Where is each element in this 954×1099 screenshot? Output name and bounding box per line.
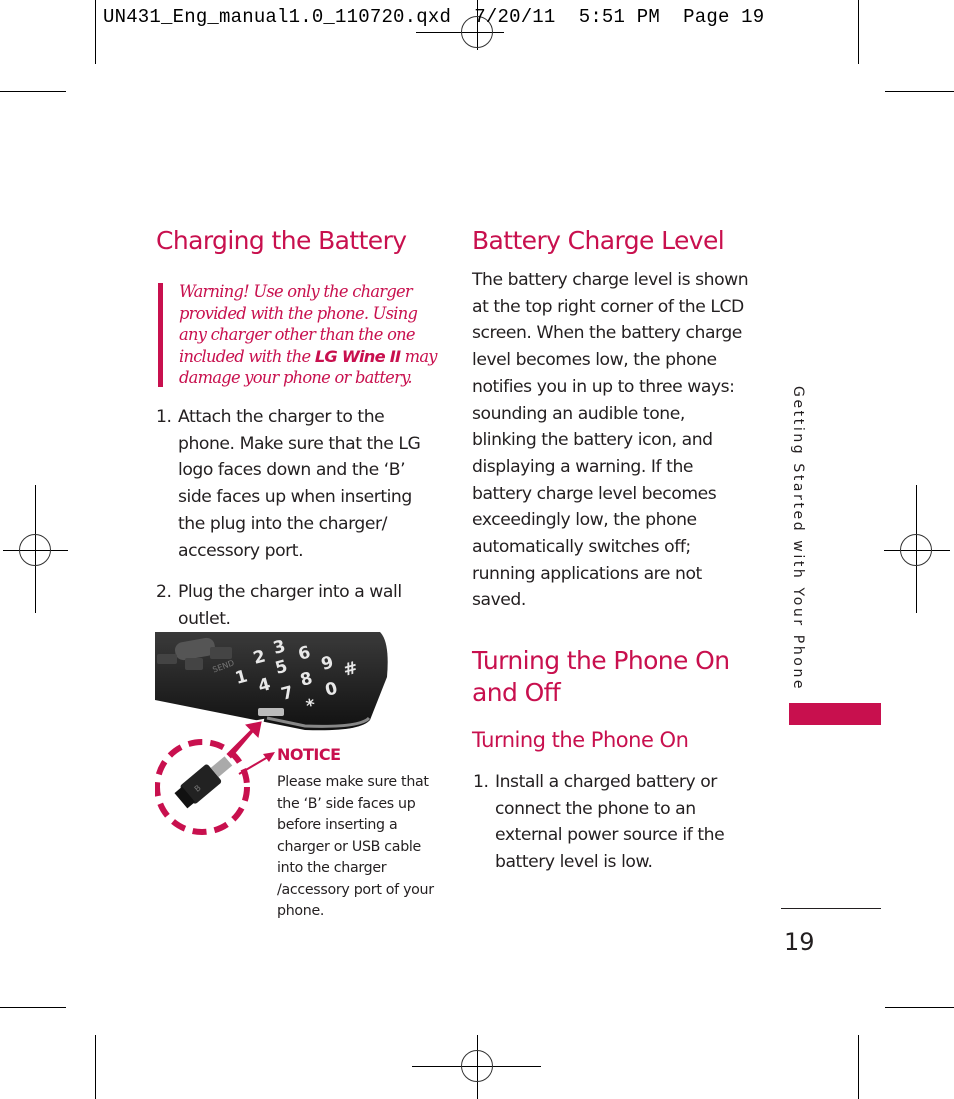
notice-text: Please make sure that the ‘B’ side faces…	[277, 774, 434, 919]
phone-body: SEND 1 2 3 4 5 6 7 8 9 * 0 #	[155, 632, 388, 731]
power-on-subheading: Turning the Phone On	[472, 728, 689, 752]
crop-mark-top-left-v	[95, 0, 96, 64]
step-text: Attach the charger to the phone. Make su…	[178, 407, 421, 561]
crop-mark-bottom-left-h	[0, 1007, 66, 1008]
step-number: 2.	[156, 582, 172, 603]
charging-step: 1. Attach the charger to the phone. Make…	[156, 404, 428, 564]
slug-date: 7/20/11	[474, 6, 556, 28]
power-on-step: 1. Install a charged battery or connect …	[473, 769, 738, 876]
charging-steps: 1. Attach the charger to the phone. Make…	[156, 404, 428, 633]
crop-mark-bottom-right-h	[885, 1007, 954, 1008]
charger-port	[258, 708, 284, 716]
charging-heading: Charging the Battery	[156, 226, 407, 255]
step-number: 1.	[473, 772, 489, 792]
battery-charge-paragraph: The battery charge level is shown at the…	[472, 270, 749, 611]
crop-mark-bottom-right-v	[858, 1035, 859, 1099]
page-number: 19	[784, 928, 815, 956]
slug-page: Page 19	[683, 6, 765, 28]
crop-mark-top-right-h	[885, 91, 954, 92]
crop-mark-top-left-h	[0, 91, 66, 92]
step-text: Install a charged battery or connect the…	[495, 772, 725, 873]
warning-bar	[158, 283, 163, 387]
warning-text: Warning! Use only the charger provided w…	[179, 281, 439, 389]
usb-plug-icon: B	[174, 756, 233, 809]
power-heading: Turning the Phone On and Off	[472, 646, 730, 707]
notice-title: NOTICE	[277, 745, 341, 764]
crop-mark-top-right-v	[858, 0, 859, 64]
crop-mark-bottom-left-v	[95, 1035, 96, 1099]
page-number-rule	[781, 908, 881, 909]
step-text: Plug the charger into a wall outlet.	[178, 582, 402, 629]
charging-step: 2. Plug the charger into a wall outlet.	[156, 579, 428, 632]
section-tab-marker	[789, 703, 881, 725]
slug-time: 5:51 PM	[578, 6, 660, 28]
warning-product-name: LG Wine II	[314, 346, 401, 366]
power-on-steps: 1. Install a charged battery or connect …	[473, 769, 738, 876]
step-number: 1.	[156, 407, 172, 427]
slug-filename: UN431_Eng_manual1.0_110720.qxd	[103, 6, 452, 28]
battery-charge-heading: Battery Charge Level	[472, 226, 725, 255]
file-slug: UN431_Eng_manual1.0_110720.qxd 7/20/11 5…	[103, 6, 764, 28]
section-side-label: Getting Started with Your Phone	[790, 386, 806, 692]
